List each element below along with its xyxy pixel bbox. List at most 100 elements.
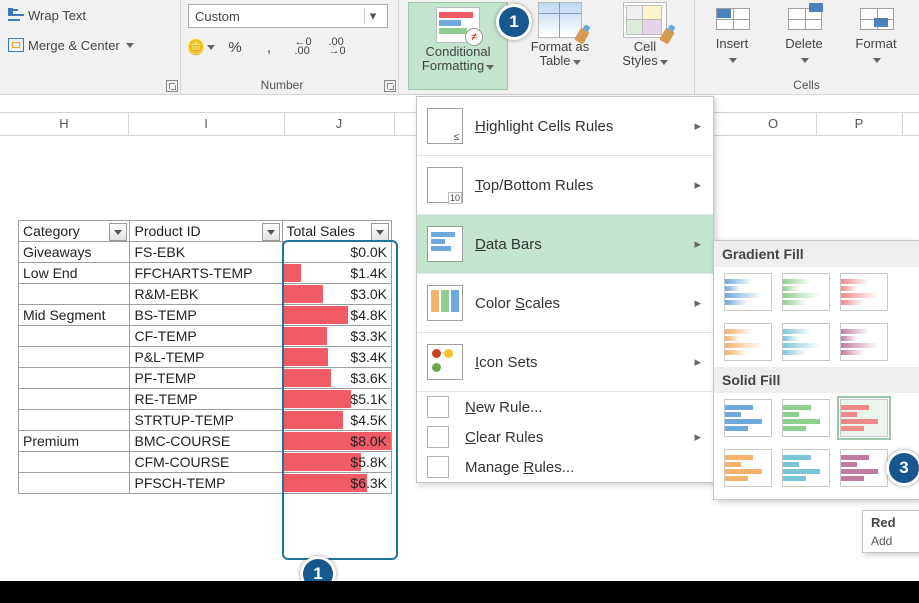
column-header[interactable]: O [730,113,817,135]
cell-product-id[interactable]: PF-TEMP [130,368,282,389]
dialog-launcher[interactable] [384,80,396,92]
table-row: CF-TEMP$3.3K [19,326,392,347]
cell-styles-label: Cell Styles [622,39,657,68]
header-product-id[interactable]: Product ID [130,221,282,242]
cell-total-sales[interactable]: $5.1K [282,389,391,410]
format-button[interactable]: Format [844,4,908,66]
cell-total-sales[interactable]: $1.4K [282,263,391,284]
alignment-group: Wrap Text Merge & Center [0,0,181,94]
tooltip-title: Red [871,515,919,530]
cell-product-id[interactable]: STRTUP-TEMP [130,410,282,431]
insert-button[interactable]: Insert [700,4,764,66]
number-format-combo[interactable]: Custom ▾ [188,4,388,28]
format-label: Format [855,36,896,51]
column-header[interactable]: J [284,113,395,135]
decrease-decimal-button[interactable]: .00 →0 [324,36,350,58]
cell-category[interactable]: Giveaways [19,242,130,263]
menu-highlight-cells-rules[interactable]: Highlight Cells Rules▸ [417,97,713,155]
menu-color-scales[interactable]: Color Scales▸ [417,274,713,332]
solid-cyan[interactable] [782,449,830,487]
wrap-text-button[interactable]: Wrap Text [4,4,90,26]
gradient-blue[interactable] [724,273,772,311]
menu-manage-rules[interactable]: Manage Rules... [417,452,713,482]
callout-badge: 1 [496,4,532,40]
cell-product-id[interactable]: CFM-COURSE [130,452,282,473]
dialog-launcher[interactable] [166,80,178,92]
header-total-sales[interactable]: Total Sales [282,221,391,242]
delete-button[interactable]: Delete [772,4,836,66]
solid-red[interactable] [840,399,888,437]
header-category[interactable]: Category [19,221,130,242]
table-row: RE-TEMP$5.1K [19,389,392,410]
cell-category[interactable]: Low End [19,263,130,284]
tooltip: Red Add [862,510,919,553]
cell-styles-icon [623,2,667,38]
column-header[interactable]: P [816,113,903,135]
table-row: P&L-TEMP$3.4K [19,347,392,368]
cell-product-id[interactable]: CF-TEMP [130,326,282,347]
gradient-cyan[interactable] [782,323,830,361]
cell-product-id[interactable]: P&L-TEMP [130,347,282,368]
cell-product-id[interactable]: RE-TEMP [130,389,282,410]
gradient-green[interactable] [782,273,830,311]
table-row: R&M-EBK$3.0K [19,284,392,305]
gradient-red[interactable] [840,273,888,311]
accounting-format-button[interactable]: 🪙 [188,36,214,58]
cell-product-id[interactable]: FFCHARTS-TEMP [130,263,282,284]
cell-styles-button[interactable]: Cell Styles [610,2,680,68]
highlight-cells-icon [427,108,463,144]
filter-icon[interactable] [371,223,389,241]
cell-total-sales[interactable]: $0.0K [282,242,391,263]
solid-blue[interactable] [724,399,772,437]
cell-category[interactable] [19,473,130,494]
merge-center-button[interactable]: Merge & Center [4,34,138,56]
color-scales-icon [427,285,463,321]
cell-category[interactable] [19,284,130,305]
cell-category[interactable]: Mid Segment [19,305,130,326]
cell-total-sales[interactable]: $6.3K [282,473,391,494]
solid-purple[interactable] [840,449,888,487]
format-as-table-button[interactable]: Format as Table [520,2,600,68]
gradient-orange[interactable] [724,323,772,361]
cell-total-sales[interactable]: $3.3K [282,326,391,347]
dropdown-caret-icon [660,60,668,65]
column-header[interactable]: I [128,113,285,135]
data-bars-icon [427,226,463,262]
cell-product-id[interactable]: BS-TEMP [130,305,282,326]
column-header[interactable]: H [0,113,129,135]
menu-data-bars[interactable]: Data Bars▸ [417,215,713,273]
cell-category[interactable]: Premium [19,431,130,452]
cell-category[interactable] [19,452,130,473]
cell-category[interactable] [19,368,130,389]
cell-product-id[interactable]: R&M-EBK [130,284,282,305]
cell-product-id[interactable]: BMC-COURSE [130,431,282,452]
dropdown-caret-icon: ▾ [364,8,381,24]
comma-button[interactable]: , [256,36,282,58]
cell-category[interactable] [19,410,130,431]
cell-product-id[interactable]: FS-EBK [130,242,282,263]
menu-new-rule[interactable]: New Rule... [417,392,713,422]
filter-icon[interactable] [109,223,127,241]
conditional-formatting-button[interactable]: ≠ Conditional Formatting [408,2,508,90]
cell-category[interactable] [19,347,130,368]
menu-top-bottom-rules[interactable]: Top/Bottom Rules▸ [417,156,713,214]
menu-clear-rules[interactable]: Clear Rules▸ [417,422,713,452]
cell-category[interactable] [19,389,130,410]
cell-total-sales[interactable]: $3.0K [282,284,391,305]
comma-icon: , [267,39,271,56]
cell-category[interactable] [19,326,130,347]
cell-total-sales[interactable]: $5.8K [282,452,391,473]
percent-button[interactable]: % [222,36,248,58]
menu-icon-sets[interactable]: Icon Sets▸ [417,333,713,391]
cell-total-sales[interactable]: $4.8K [282,305,391,326]
solid-orange[interactable] [724,449,772,487]
cell-total-sales[interactable]: $3.6K [282,368,391,389]
solid-green[interactable] [782,399,830,437]
cell-total-sales[interactable]: $3.4K [282,347,391,368]
increase-decimal-button[interactable]: ←0 .00 [290,36,316,58]
cell-product-id[interactable]: PFSCH-TEMP [130,473,282,494]
cell-total-sales[interactable]: $4.5K [282,410,391,431]
filter-icon[interactable] [262,223,280,241]
cell-total-sales[interactable]: $8.0K [282,431,391,452]
gradient-purple[interactable] [840,323,888,361]
